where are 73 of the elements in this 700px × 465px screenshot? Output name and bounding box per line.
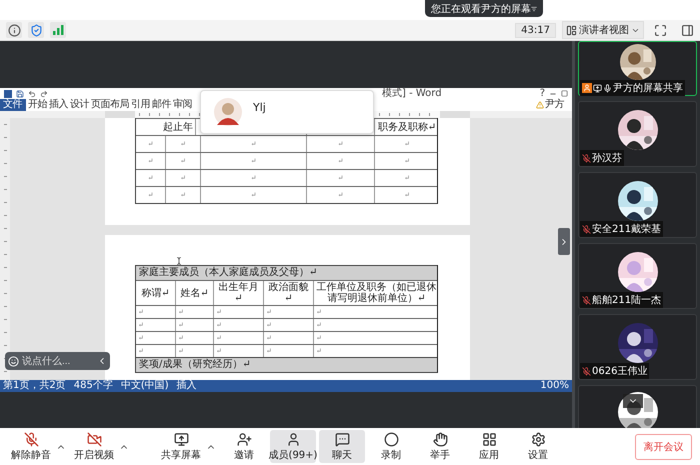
participant-tile[interactable]: 0626王伟业 xyxy=(578,314,697,380)
ribbon-tab[interactable]: 页面布局 xyxy=(91,99,129,111)
zoom-level: 100% xyxy=(540,380,569,392)
participant-tile[interactable]: 安全211戴荣基 xyxy=(578,172,697,238)
info-icon[interactable] xyxy=(8,24,20,36)
user-name[interactable]: 尹方 xyxy=(545,99,564,111)
section-heading: 奖项/成果（研究经历）↵ xyxy=(136,357,437,372)
ribbon-tab[interactable]: 邮件 xyxy=(152,99,171,111)
help-button[interactable]: ? xyxy=(540,88,545,99)
ribbon-tab[interactable]: 开始 xyxy=(28,99,47,111)
toolbar-button[interactable]: 举手 xyxy=(417,430,463,463)
restore-icon[interactable] xyxy=(561,90,568,97)
toolbar-button[interactable]: 邀请 xyxy=(221,430,267,463)
toolbar-button[interactable]: 聊天 xyxy=(319,430,365,463)
view-mode-dropdown[interactable]: 演讲者视图 xyxy=(562,21,644,39)
record-icon xyxy=(384,432,398,446)
apps-icon xyxy=(482,432,496,446)
chat-input[interactable]: 说点什么... xyxy=(22,356,94,366)
save-icon[interactable] xyxy=(16,90,24,98)
participant-tile[interactable]: 尹方的屏幕共享 xyxy=(578,41,697,96)
hand-icon xyxy=(432,432,448,446)
add-user-icon xyxy=(236,432,252,446)
settings-icon xyxy=(530,432,546,446)
share-screen-icon xyxy=(174,432,188,446)
toolbar-button[interactable]: 录制 xyxy=(368,430,414,463)
window-title: 模式] - Word xyxy=(382,88,442,99)
person-icon xyxy=(286,432,300,446)
toolbar-button[interactable]: 应用 xyxy=(466,430,512,463)
meeting-timer: 43:17 xyxy=(515,22,556,38)
toolbar-button[interactable]: 共享屏幕 xyxy=(158,430,218,463)
status-text: 第1页，共2页 xyxy=(3,380,66,392)
participant-name: 安全211戴荣基 xyxy=(592,222,662,236)
text-cursor-icon xyxy=(175,257,183,265)
ribbon-tab[interactable]: 设计 xyxy=(70,99,89,111)
participant-name: 0626王伟业 xyxy=(592,364,648,378)
fullscreen-icon[interactable] xyxy=(654,24,667,36)
undo-icon[interactable] xyxy=(28,90,36,98)
redo-icon[interactable] xyxy=(40,90,48,98)
participant-name: 船舶211陆一杰 xyxy=(592,294,662,307)
column-header: 工作单位及职务（如已退休请写明退休前单位）↵ xyxy=(316,281,438,305)
toolbar-button[interactable]: 设置 xyxy=(515,430,561,463)
participant-name: 孙汉芬 xyxy=(592,152,622,165)
status-text: 中文(中国) xyxy=(120,380,169,392)
file-tab[interactable]: 文件 xyxy=(0,99,26,111)
participant-name: 尹方的屏幕共享 xyxy=(613,82,683,95)
toolbar-button[interactable]: 解除静音 xyxy=(8,430,68,463)
word-logo-icon xyxy=(4,90,12,98)
shield-icon[interactable] xyxy=(30,24,42,36)
mic-muted-icon xyxy=(24,432,38,446)
section-heading: 家庭主要成员（本人家庭成员及父母）↵ xyxy=(136,265,437,280)
participant-tile[interactable]: 船舶211陆一杰 xyxy=(578,243,697,309)
panel-toggle-button[interactable] xyxy=(558,228,570,255)
warning-icon xyxy=(536,101,544,109)
ribbon-tab[interactable]: 引用 xyxy=(131,99,150,111)
table-header: 职务及职称↵ xyxy=(376,120,438,134)
notice-text: 您正在观看尹方的屏幕 xyxy=(431,2,531,16)
leave-meeting-button[interactable]: 离开会议 xyxy=(635,434,692,460)
ribbon-tab[interactable]: 插入 xyxy=(49,99,68,111)
chat-icon xyxy=(334,432,350,446)
video-off-icon xyxy=(86,432,102,446)
scroll-down-button[interactable] xyxy=(623,394,643,408)
toolbar-button[interactable]: 成员(99+) xyxy=(270,430,316,463)
layout-icon xyxy=(566,24,577,36)
ribbon-tab[interactable]: 审阅 xyxy=(173,99,192,111)
emoji-icon[interactable] xyxy=(8,356,19,366)
chat-bar[interactable]: 说点什么... xyxy=(5,352,110,370)
user-name: Ylj xyxy=(253,101,266,114)
sidebar-toggle-icon[interactable] xyxy=(681,24,694,36)
avatar-icon xyxy=(213,97,243,127)
participant-tile[interactable]: 孙汉芬 xyxy=(578,101,697,167)
status-text: 插入 xyxy=(176,380,197,392)
status-text: 485个字 xyxy=(74,380,113,392)
toolbar-button[interactable]: 开启视频 xyxy=(71,430,131,463)
